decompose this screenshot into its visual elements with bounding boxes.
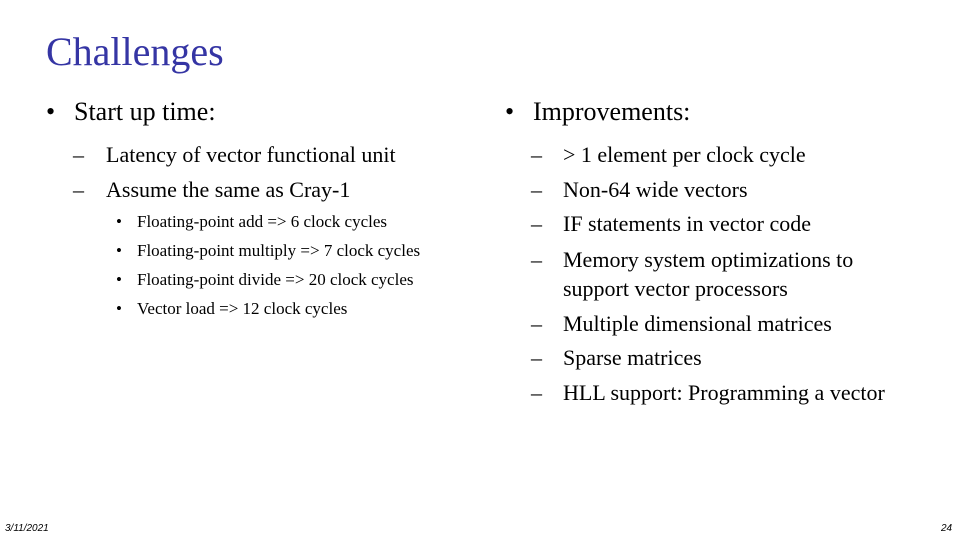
sub-bullet-text: Multiple dimensional matrices — [563, 310, 832, 336]
bullet-icon: • — [116, 241, 122, 260]
sub-bullet: – Memory system optimizations to support… — [505, 245, 893, 304]
bullet-text: Start up time: — [74, 97, 216, 126]
sub-bullet: – > 1 element per clock cycle — [505, 138, 933, 173]
footer-date: 3/11/2021 — [5, 523, 49, 534]
sub-bullet: – Latency of vector functional unit — [46, 138, 420, 173]
sub-sub-bullet-text: Floating-point divide => 20 clock cycles — [137, 270, 414, 289]
bullet-icon: • — [46, 97, 56, 126]
sub-bullet: – IF statements in vector code — [505, 207, 933, 242]
dash-icon: – — [531, 310, 542, 336]
bullet-icon: • — [116, 270, 122, 289]
sub-bullet-text: Latency of vector functional unit — [106, 142, 396, 167]
dash-icon: – — [73, 142, 84, 167]
sub-sub-bullet-text: Vector load => 12 clock cycles — [137, 299, 348, 318]
dash-icon: – — [73, 176, 84, 202]
sub-bullet-text: > 1 element per clock cycle — [563, 142, 806, 167]
sub-bullet-text: Non-64 wide vectors — [563, 176, 748, 202]
sub-bullet: – HLL support: Programming a vector — [505, 376, 933, 411]
bullet-text: Improvements: — [533, 97, 691, 126]
dash-icon: – — [531, 176, 542, 202]
bullet-icon: • — [116, 212, 122, 231]
bullet-start-up-time: • Start up time: — [46, 94, 420, 130]
sub-bullet-text: IF statements in vector code — [563, 211, 812, 236]
sub-bullet: – Multiple dimensional matrices — [505, 307, 933, 342]
sub-sub-bullet-text: Floating-point multiply => 7 clock cycle… — [137, 241, 421, 260]
sub-sub-bullet: • Vector load => 12 clock cycles — [46, 294, 420, 323]
right-column: • Improvements: – > 1 element per clock … — [505, 94, 933, 410]
sub-bullet-text: Assume the same as Cray-1 — [106, 176, 351, 202]
sub-bullet-text: Memory system optimizations to support v… — [563, 246, 854, 302]
sub-bullet: – Assume the same as Cray-1 — [46, 173, 420, 208]
bullet-improvements: • Improvements: — [505, 94, 933, 130]
slide-number: 24 — [941, 523, 953, 534]
dash-icon: – — [531, 142, 542, 167]
dash-icon: – — [531, 211, 542, 236]
sub-sub-bullet: • Floating-point add => 6 clock cycles — [46, 207, 420, 236]
dash-icon: – — [531, 379, 542, 405]
bullet-icon: • — [505, 97, 515, 126]
bullet-icon: • — [116, 299, 122, 318]
sub-bullet-text: Sparse matrices — [563, 345, 702, 370]
sub-bullet: – Non-64 wide vectors — [505, 173, 933, 208]
dash-icon: – — [531, 246, 542, 272]
sub-sub-bullet-text: Floating-point add => 6 clock cycles — [137, 212, 388, 231]
dash-icon: – — [531, 345, 542, 370]
sub-bullet-text: HLL support: Programming a vector — [563, 379, 885, 405]
sub-sub-bullet: • Floating-point divide => 20 clock cycl… — [46, 265, 420, 294]
slide-title: Challenges — [46, 29, 224, 74]
sub-sub-bullet: • Floating-point multiply => 7 clock cyc… — [46, 236, 420, 265]
left-column: • Start up time: – Latency of vector fun… — [46, 94, 420, 323]
sub-bullet: – Sparse matrices — [505, 341, 933, 376]
